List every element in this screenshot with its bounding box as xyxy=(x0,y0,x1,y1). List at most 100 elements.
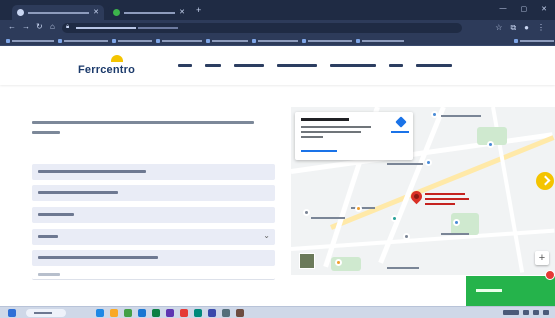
nav-item[interactable] xyxy=(389,64,403,67)
directions-icon[interactable] xyxy=(395,116,407,128)
close-window-icon[interactable]: ✕ xyxy=(541,5,547,13)
browser-tab-active[interactable]: ✕ xyxy=(12,5,104,20)
site-header: Ferrcentro xyxy=(0,47,555,85)
taskbar-app-icon[interactable] xyxy=(222,309,230,317)
contact-intro-text xyxy=(32,121,262,141)
scroll-up-icon[interactable] xyxy=(536,172,554,190)
bookmark-item[interactable] xyxy=(206,39,248,43)
os-taskbar xyxy=(0,306,555,318)
map-poi-icon[interactable] xyxy=(335,259,342,266)
taskbar-clock[interactable] xyxy=(503,310,519,315)
map-poi-icon[interactable] xyxy=(391,215,398,222)
address-bar[interactable]: 🔒︎ xyxy=(62,23,462,33)
url-path xyxy=(138,27,178,29)
nav-item[interactable] xyxy=(178,64,192,67)
directions-link[interactable] xyxy=(391,131,409,133)
tab-favicon-icon xyxy=(17,9,24,16)
company-field[interactable] xyxy=(32,250,275,266)
map-poi-icon[interactable] xyxy=(431,111,438,118)
map-poi-icon[interactable] xyxy=(403,233,410,240)
taskbar-app-icon[interactable] xyxy=(208,309,216,317)
view-larger-map-link[interactable] xyxy=(301,150,337,152)
zoom-in-icon[interactable]: + xyxy=(535,251,549,265)
extensions-icon[interactable]: ⧉ xyxy=(510,23,516,33)
taskbar-app-icon[interactable] xyxy=(124,309,132,317)
reload-icon[interactable]: ↻ xyxy=(36,23,43,31)
map-poi-icon[interactable] xyxy=(303,209,310,216)
minimize-icon[interactable]: — xyxy=(500,5,507,13)
forward-icon[interactable]: → xyxy=(22,23,30,31)
place-info-card xyxy=(295,112,413,160)
nav-item[interactable] xyxy=(277,64,317,67)
satellite-toggle[interactable] xyxy=(299,253,315,269)
bookmark-item[interactable] xyxy=(58,39,108,43)
chevron-down-icon: ⌄ xyxy=(263,231,270,240)
tab-title xyxy=(124,11,176,14)
new-tab-icon[interactable]: + xyxy=(196,6,201,15)
window-controls: — ▢ ✕ xyxy=(500,5,548,13)
bookmark-item[interactable] xyxy=(156,39,202,43)
taskbar-app-icon[interactable] xyxy=(152,309,160,317)
browser-toolbar: ← → ↻ ⌂ 🔒︎ ☆ ⧉ ● ⋮ xyxy=(0,20,555,36)
bookmark-item[interactable] xyxy=(6,39,54,43)
place-name xyxy=(301,118,349,121)
kebab-menu-icon[interactable]: ⋮ xyxy=(537,23,545,33)
main-nav xyxy=(178,64,452,67)
browser-tab-whatsapp[interactable]: ✕ xyxy=(108,5,190,20)
bookmark-item[interactable] xyxy=(302,39,352,43)
logo-wordmark: Ferrcentro xyxy=(78,64,136,76)
email-field[interactable] xyxy=(32,185,275,201)
taskbar-app-icon[interactable] xyxy=(236,309,244,317)
logo-hardhat-icon xyxy=(111,55,123,62)
map-poi-icon[interactable] xyxy=(453,219,460,226)
tab-title xyxy=(28,11,90,14)
notification-badge xyxy=(545,270,555,280)
close-tab-icon[interactable]: ✕ xyxy=(93,9,99,16)
taskbar-app-icon[interactable] xyxy=(138,309,146,317)
map-poi-icon[interactable] xyxy=(487,141,494,148)
star-icon[interactable]: ☆ xyxy=(495,23,502,33)
home-icon[interactable]: ⌂ xyxy=(50,23,55,31)
nav-item[interactable] xyxy=(234,64,264,67)
chat-label xyxy=(476,289,502,292)
nav-item[interactable] xyxy=(330,64,376,67)
pin-label xyxy=(425,193,475,208)
map-embed[interactable]: + xyxy=(291,107,555,275)
taskbar-app-icon[interactable] xyxy=(96,309,104,317)
taskbar-search[interactable] xyxy=(26,309,66,317)
map-poi-icon[interactable] xyxy=(425,159,432,166)
whatsapp-chat-button[interactable] xyxy=(466,270,555,306)
profile-icon[interactable]: ● xyxy=(524,23,529,33)
tray-icon[interactable] xyxy=(543,310,549,315)
phone-field[interactable] xyxy=(32,207,275,223)
site-logo[interactable]: Ferrcentro xyxy=(78,55,158,79)
nav-item[interactable] xyxy=(416,64,452,67)
taskbar-app-icon[interactable] xyxy=(194,309,202,317)
url-text xyxy=(76,27,136,29)
lock-icon: 🔒︎ xyxy=(66,24,70,30)
map-poi-icon[interactable] xyxy=(355,205,362,212)
tray-icon[interactable] xyxy=(523,310,529,315)
city-select[interactable]: ⌄ xyxy=(32,229,275,245)
screenshot-frame: ✕ ✕ + — ▢ ✕ ← → ↻ ⌂ 🔒︎ ☆ ⧉ ● ⋮ Ferrcentr… xyxy=(0,0,555,318)
taskbar-app-icon[interactable] xyxy=(180,309,188,317)
close-tab-icon[interactable]: ✕ xyxy=(179,9,185,16)
system-tray xyxy=(523,310,549,315)
back-icon[interactable]: ← xyxy=(8,23,16,31)
browser-right-tools: ☆ ⧉ ● ⋮ xyxy=(495,23,545,33)
bookmark-item[interactable] xyxy=(514,39,554,43)
bookmarks-bar xyxy=(0,36,555,46)
windows-start-icon[interactable] xyxy=(8,309,16,317)
bookmark-item[interactable] xyxy=(252,39,298,43)
browser-tab-strip: ✕ ✕ + — ▢ ✕ xyxy=(0,0,555,20)
place-address xyxy=(301,126,371,128)
bookmark-item[interactable] xyxy=(112,39,152,43)
taskbar-app-icon[interactable] xyxy=(166,309,174,317)
message-field[interactable] xyxy=(32,270,275,280)
name-field[interactable] xyxy=(32,164,275,180)
nav-item[interactable] xyxy=(205,64,221,67)
bookmark-item[interactable] xyxy=(356,39,404,43)
maximize-icon[interactable]: ▢ xyxy=(521,5,528,13)
taskbar-app-icon[interactable] xyxy=(110,309,118,317)
tray-icon[interactable] xyxy=(533,310,539,315)
